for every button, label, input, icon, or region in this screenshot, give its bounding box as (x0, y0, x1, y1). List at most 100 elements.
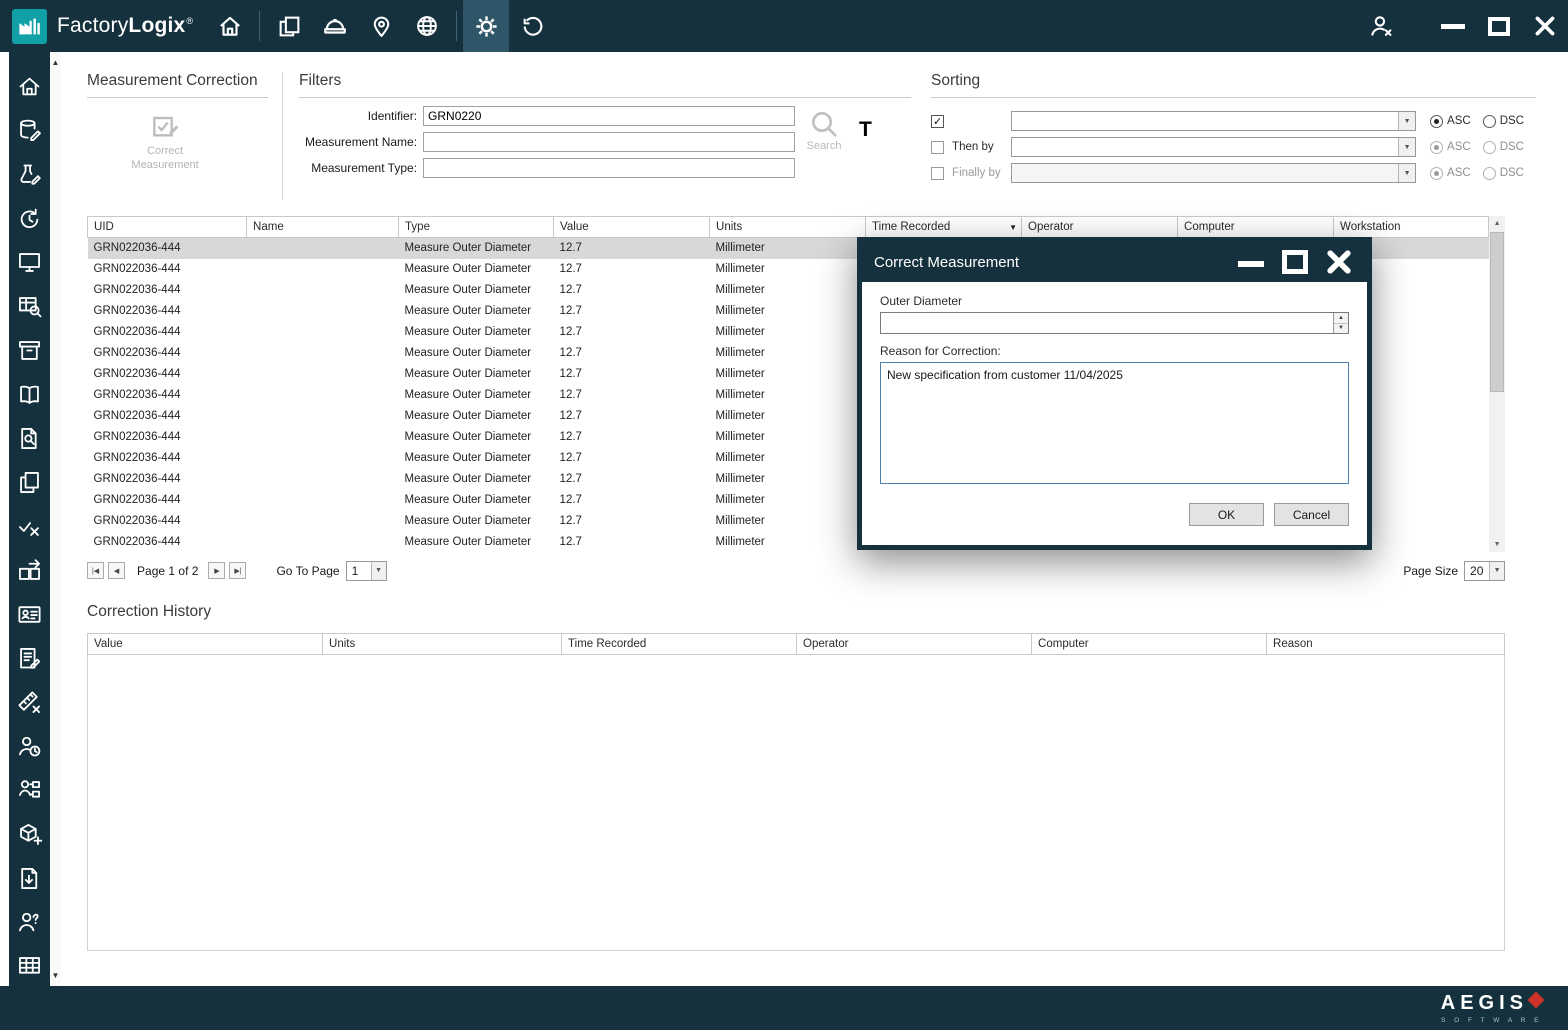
sort-primary-dsc-radio[interactable] (1483, 115, 1496, 128)
sidebar-item-document-export[interactable] (9, 856, 50, 900)
column-header-computer[interactable]: Computer (1178, 217, 1334, 238)
sidebar-item-measurement-correction[interactable] (9, 680, 50, 724)
sort-then-by-dropdown[interactable]: ▼ (1011, 137, 1416, 157)
dialog-maximize-button[interactable] (1273, 244, 1317, 280)
sidebar-scroll-up-icon[interactable]: ▲ (52, 58, 60, 67)
settings-button[interactable] (463, 0, 509, 52)
spinner-down-button[interactable]: ▼ (1334, 324, 1348, 334)
maximize-button[interactable] (1476, 0, 1522, 52)
close-button[interactable] (1522, 0, 1568, 52)
correction-history-table: Value Units Time Recorded Operator Compu… (87, 633, 1505, 655)
sidebar-item-document-search[interactable] (9, 416, 50, 460)
location-button[interactable] (358, 0, 404, 52)
correction-history-title: Correction History (87, 603, 1536, 621)
table-vertical-scrollbar[interactable]: ▲ ▼ (1489, 216, 1505, 552)
scroll-down-icon[interactable]: ▼ (1489, 537, 1505, 552)
sort-finally-by-dsc-radio[interactable] (1483, 167, 1496, 180)
goto-page-select[interactable]: 1 ▼ (346, 561, 387, 581)
outer-diameter-field: ▲ ▼ (880, 312, 1349, 334)
table-grid-icon (16, 953, 43, 980)
sidebar-item-user-clock[interactable] (9, 724, 50, 768)
sidebar-item-validate[interactable] (9, 504, 50, 548)
sort-then-by-dsc-radio[interactable] (1483, 141, 1496, 154)
history-button[interactable] (509, 0, 555, 52)
sidebar-item-database-edit[interactable] (9, 108, 50, 152)
sort-finally-by-asc-radio[interactable] (1430, 167, 1443, 180)
sidebar-scroll-down-icon[interactable]: ▼ (52, 971, 60, 980)
sort-primary-asc-radio[interactable] (1430, 115, 1443, 128)
documents-button[interactable] (266, 0, 312, 52)
correct-measurement-button[interactable]: CorrectMeasurement (113, 110, 217, 173)
next-page-button[interactable]: ▶ (208, 562, 225, 579)
identifier-input[interactable] (423, 106, 795, 126)
cancel-button[interactable]: Cancel (1274, 503, 1349, 526)
sort-primary-checkbox[interactable]: ✓ (931, 115, 944, 128)
column-header-value[interactable]: Value (554, 217, 710, 238)
search-button[interactable]: Search (801, 108, 847, 152)
column-header-time-recorded[interactable]: Time Recorded▼ (866, 217, 1022, 238)
sidebar-item-history[interactable] (9, 196, 50, 240)
column-header-type[interactable]: Type (399, 217, 554, 238)
measurement-name-input[interactable] (423, 132, 795, 152)
sidebar-item-user-hierarchy[interactable] (9, 768, 50, 812)
column-header-workstation[interactable]: Workstation (1334, 217, 1489, 238)
last-page-button[interactable]: ▶| (229, 562, 246, 579)
package-add-icon (16, 821, 43, 848)
column-header-units[interactable]: Units (710, 217, 866, 238)
ok-button[interactable]: OK (1189, 503, 1264, 526)
sidebar-item-production-edit[interactable] (9, 152, 50, 196)
production-button[interactable] (312, 0, 358, 52)
chevron-down-icon[interactable]: ▼ (1398, 112, 1415, 130)
sort-primary-dropdown[interactable]: ▼ (1011, 111, 1416, 131)
first-page-button[interactable]: |◀ (87, 562, 104, 579)
sidebar-item-package-add[interactable] (9, 812, 50, 856)
chevron-down-icon[interactable]: ▼ (1489, 562, 1504, 580)
sidebar-scrollbar[interactable]: ▲ ▼ (50, 52, 61, 986)
sort-filter-arrow-icon[interactable]: ▼ (1009, 223, 1017, 232)
sidebar-item-book[interactable] (9, 372, 50, 416)
sort-finally-by-dropdown[interactable]: ▼ (1011, 163, 1416, 183)
history-column-time-recorded[interactable]: Time Recorded (562, 633, 797, 654)
dialog-close-button[interactable] (1317, 244, 1361, 280)
sidebar-item-id-card[interactable] (9, 592, 50, 636)
measurement-type-label: Measurement Type: (299, 161, 417, 175)
sidebar-item-report-edit[interactable] (9, 636, 50, 680)
previous-page-button[interactable]: ◀ (108, 562, 125, 579)
user-logout-button[interactable] (1358, 0, 1404, 52)
outer-diameter-input[interactable] (881, 313, 1333, 333)
page-size-select[interactable]: 20 ▼ (1464, 561, 1505, 581)
history-column-operator[interactable]: Operator (797, 633, 1032, 654)
measurement-type-input[interactable] (423, 158, 795, 178)
chevron-down-icon[interactable]: ▼ (371, 562, 386, 580)
home-button[interactable] (207, 0, 253, 52)
sidebar-item-user-question[interactable] (9, 900, 50, 944)
spinner-up-button[interactable]: ▲ (1334, 313, 1348, 324)
sidebar-item-table-search[interactable] (9, 284, 50, 328)
sort-then-by-checkbox[interactable] (931, 141, 944, 154)
globe-button[interactable] (404, 0, 450, 52)
history-column-reason[interactable]: Reason (1267, 633, 1505, 654)
column-header-uid[interactable]: UID (88, 217, 247, 238)
history-column-units[interactable]: Units (323, 633, 562, 654)
column-header-name[interactable]: Name (247, 217, 399, 238)
dialog-minimize-button[interactable] (1229, 244, 1273, 280)
history-column-value[interactable]: Value (88, 633, 323, 654)
sort-finally-by-checkbox[interactable] (931, 167, 944, 180)
sidebar-item-copy-pages[interactable] (9, 460, 50, 504)
scrollbar-thumb[interactable] (1490, 232, 1504, 392)
sort-then-by-asc-radio[interactable] (1430, 141, 1443, 154)
reason-textarea[interactable]: New specification from customer 11/04/20… (880, 362, 1349, 484)
text-filter-button[interactable]: T (859, 118, 872, 142)
reason-for-correction-label: Reason for Correction: (880, 344, 1349, 358)
minimize-button[interactable] (1430, 0, 1476, 52)
sidebar-item-table-grid[interactable] (9, 944, 50, 986)
sidebar-item-transfer[interactable] (9, 548, 50, 592)
history-column-computer[interactable]: Computer (1032, 633, 1267, 654)
scroll-up-icon[interactable]: ▲ (1489, 216, 1505, 231)
column-header-operator[interactable]: Operator (1022, 217, 1178, 238)
chevron-down-icon[interactable]: ▼ (1398, 138, 1415, 156)
chevron-down-icon[interactable]: ▼ (1398, 164, 1415, 182)
sidebar-item-monitor[interactable] (9, 240, 50, 284)
sidebar-item-home[interactable] (9, 64, 50, 108)
sidebar-item-archive[interactable] (9, 328, 50, 372)
